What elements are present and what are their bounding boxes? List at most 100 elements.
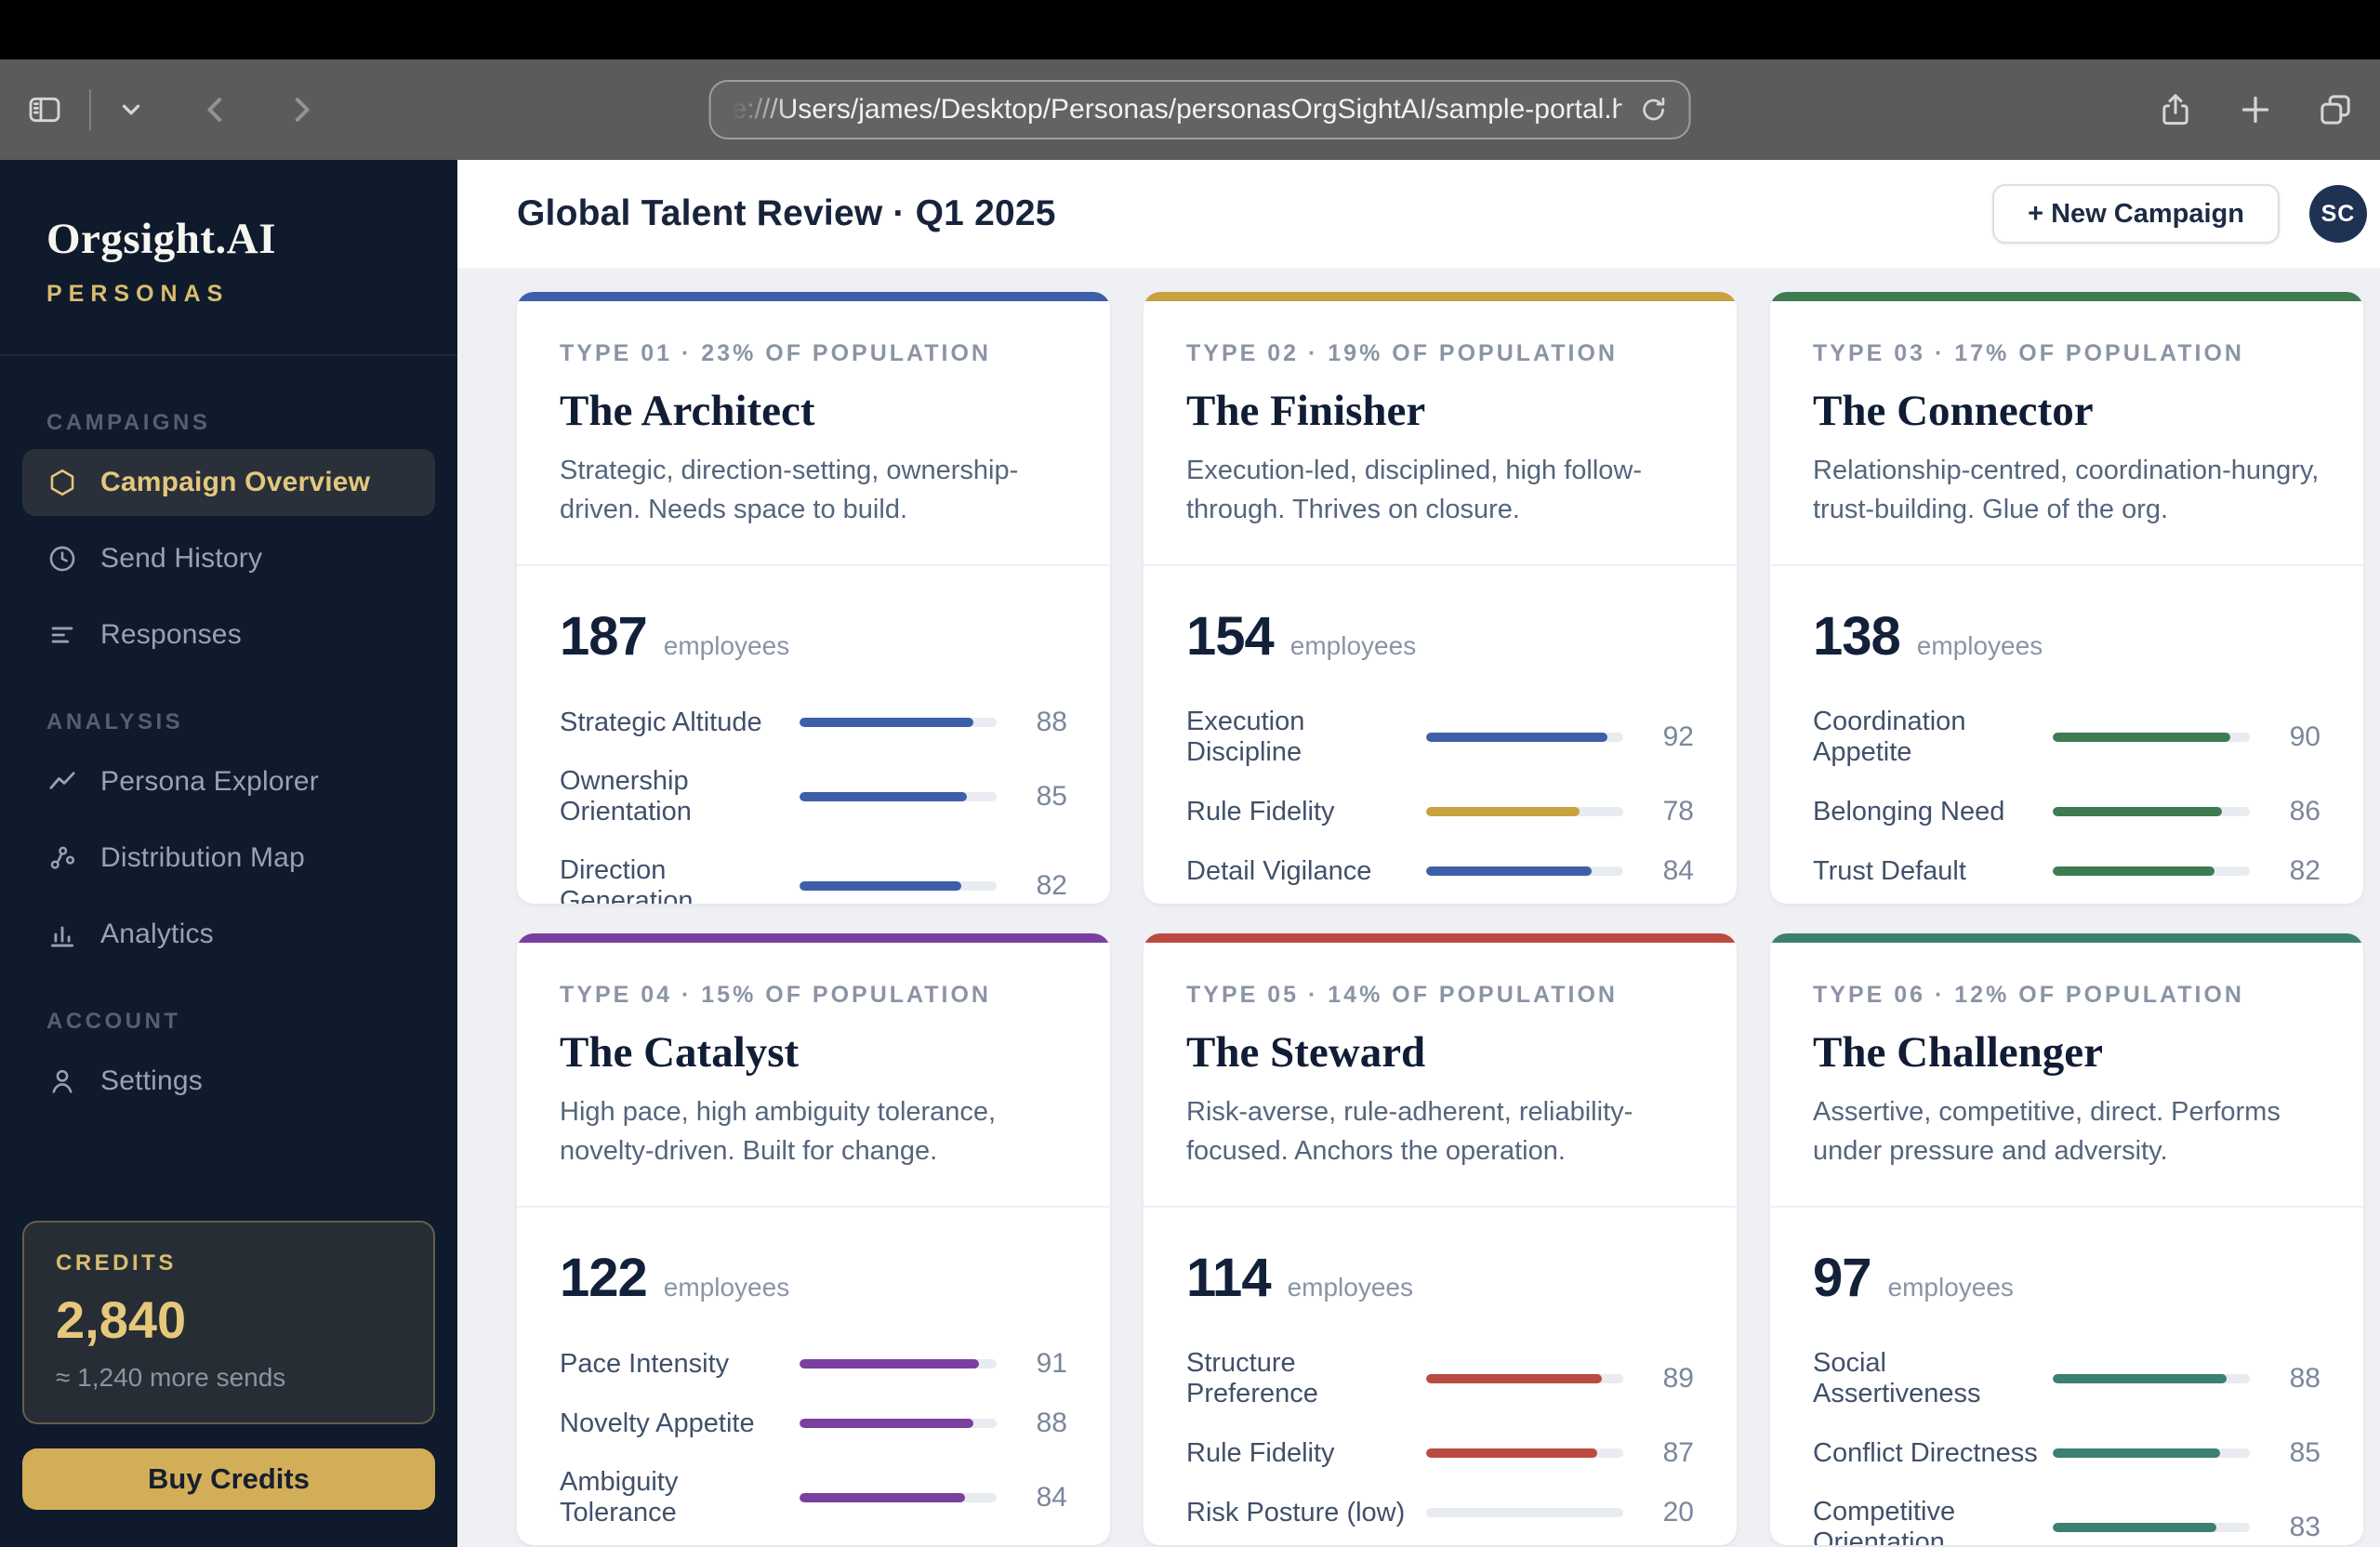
employee-count-row: 187 employees <box>560 605 1067 668</box>
back-icon[interactable] <box>197 91 234 128</box>
metric-bar-fill <box>1426 1448 1598 1459</box>
forward-icon[interactable] <box>283 91 320 128</box>
sidebar-toggle-icon[interactable] <box>26 91 63 128</box>
sidebar-item-analytics[interactable]: Analytics <box>22 901 435 968</box>
metric-label: Detail Vigilance <box>1186 855 1372 886</box>
credits-label: CREDITS <box>56 1250 177 1276</box>
metric-bar-track <box>1426 807 1623 817</box>
app-frame: Orgsight.AI PERSONAS CAMPAIGNS Campaign … <box>0 160 2380 1547</box>
url-field[interactable]: e:///Users/james/Desktop/Personas/person… <box>708 80 1691 139</box>
share-icon[interactable] <box>2157 91 2194 128</box>
metric-bar-fill <box>1426 1374 1602 1384</box>
employee-count-suffix: employees <box>1887 1273 2014 1302</box>
card-description: Risk-averse, rule-adherent, reliability-… <box>1186 1097 1633 1167</box>
metric-row: Risk Posture (low) 20 <box>1186 1497 1694 1528</box>
metric-value: 88 <box>1036 1408 1067 1439</box>
sidebar-item-campaign-overview[interactable]: Campaign Overview <box>22 449 435 516</box>
persona-card: TYPE 06 · 12% OF POPULATION The Challeng… <box>1770 933 2363 1545</box>
browser-toolbar: e:///Users/james/Desktop/Personas/person… <box>0 60 2380 160</box>
sidebar-item-responses[interactable]: Responses <box>22 602 435 668</box>
sidebar-item-persona-explorer[interactable]: Persona Explorer <box>22 748 435 815</box>
sidebar-item-label: Campaign Overview <box>100 467 371 497</box>
metric-bar-fill <box>1426 733 1608 743</box>
card-header: TYPE 01 · 23% OF POPULATION The Architec… <box>517 301 1110 564</box>
metric-bar-fill <box>1426 1508 1466 1518</box>
card-description: Execution-led, disciplined, high follow-… <box>1186 456 1643 525</box>
metric-bar-track <box>800 792 997 802</box>
metric-label: Competitive Orientation <box>1813 1497 1956 1545</box>
metric-bar-fill <box>2053 733 2230 743</box>
brand-block: Orgsight.AI PERSONAS <box>0 160 457 308</box>
metric-value: 78 <box>1662 796 1694 827</box>
sidebar-item-distribution-map[interactable]: Distribution Map <box>22 825 435 892</box>
toolbar-right-group <box>2157 91 2354 128</box>
scatter-icon <box>46 842 78 874</box>
employee-count: 138 <box>1813 606 1901 668</box>
metric-value: 88 <box>1036 707 1067 738</box>
metrics-list: Social Assertiveness 88 Conflict Directn… <box>1813 1348 2320 1545</box>
employee-count-suffix: employees <box>663 631 790 661</box>
nav-section: CAMPAIGNS Campaign Overview Send History… <box>0 410 457 668</box>
buy-credits-button[interactable]: Buy Credits <box>22 1448 435 1510</box>
metric-label: Risk Posture (low) <box>1186 1497 1406 1527</box>
metric-bar-track <box>800 1493 997 1503</box>
metric-value: 82 <box>1036 870 1067 902</box>
card-header: TYPE 05 · 14% OF POPULATION The Steward … <box>1144 943 1737 1206</box>
metric-value: 84 <box>1662 855 1694 887</box>
metric-bar-track <box>2053 1448 2250 1459</box>
metric-row: Trust Default 82 <box>1813 855 2320 887</box>
metric-value: 91 <box>1036 1348 1067 1380</box>
new-campaign-button[interactable]: + New Campaign <box>1992 184 2280 244</box>
new-tab-icon[interactable] <box>2237 91 2274 128</box>
reload-icon[interactable] <box>1639 95 1669 125</box>
metric-bar-fill <box>2053 1448 2221 1459</box>
card-title: The Steward <box>1186 1028 1426 1077</box>
metrics-list: Pace Intensity 91 Novelty Appetite 88 Am… <box>560 1348 1067 1545</box>
nav-section: ANALYSIS Persona Explorer Distribution M… <box>0 709 457 968</box>
sidebar-divider <box>0 354 457 356</box>
metric-value: 87 <box>1662 1437 1694 1469</box>
card-description: Relationship-centred, coordination-hungr… <box>1813 456 2320 525</box>
employee-count-row: 138 employees <box>1813 605 2320 668</box>
metric-row: Detail Vigilance 84 <box>1186 855 1694 887</box>
metric-row: Structure Preference 89 <box>1186 1348 1694 1409</box>
metric-label: Execution Discipline <box>1186 707 1305 768</box>
metric-bar-fill <box>800 1419 973 1429</box>
sidebar-item-label: Distribution Map <box>100 842 305 873</box>
metric-row: Competitive Orientation 83 <box>1813 1497 2320 1545</box>
persona-card: TYPE 01 · 23% OF POPULATION The Architec… <box>517 292 1110 904</box>
card-description: Assertive, competitive, direct. Performs… <box>1813 1097 2281 1167</box>
sidebar-item-label: Send History <box>100 543 263 574</box>
card-header: TYPE 03 · 17% OF POPULATION The Connecto… <box>1770 301 2363 564</box>
toolbar-left-group <box>26 89 320 130</box>
metric-bar-fill <box>1426 866 1593 877</box>
sidebar-item-label: Responses <box>100 619 242 650</box>
card-accent-bar <box>517 933 1110 943</box>
avatar[interactable]: SC <box>2309 185 2367 243</box>
metric-value: 92 <box>1662 721 1694 753</box>
metric-label: Novelty Appetite <box>560 1408 755 1438</box>
metric-label: Social Assertiveness <box>1813 1348 1981 1409</box>
chevron-down-icon[interactable] <box>117 96 145 124</box>
sidebar-item-settings[interactable]: Settings <box>22 1048 435 1115</box>
card-title: The Catalyst <box>560 1028 800 1077</box>
metric-value: 84 <box>1036 1482 1067 1514</box>
sidebar-item-send-history[interactable]: Send History <box>22 525 435 592</box>
card-accent-bar <box>1144 933 1737 943</box>
metric-label: Rule Fidelity <box>1186 796 1335 826</box>
employee-count: 154 <box>1186 606 1275 668</box>
metric-label: Pace Intensity <box>560 1348 730 1379</box>
employee-count-suffix: employees <box>1916 631 2043 661</box>
nav-list: Campaign Overview Send History Responses <box>0 449 457 668</box>
card-type-label: TYPE 01 · 23% OF POPULATION <box>560 340 991 366</box>
employee-count: 187 <box>560 606 648 668</box>
sidebar-item-label: Settings <box>100 1065 203 1096</box>
metric-value: 90 <box>2289 721 2320 753</box>
metric-bar-track <box>800 718 997 728</box>
metric-label: Trust Default <box>1813 855 1966 886</box>
card-header: TYPE 06 · 12% OF POPULATION The Challeng… <box>1770 943 2363 1206</box>
trend-icon <box>46 766 78 798</box>
metric-row: Social Assertiveness 88 <box>1813 1348 2320 1409</box>
card-type-label: TYPE 05 · 14% OF POPULATION <box>1186 982 1618 1008</box>
tab-overview-icon[interactable] <box>2317 91 2354 128</box>
